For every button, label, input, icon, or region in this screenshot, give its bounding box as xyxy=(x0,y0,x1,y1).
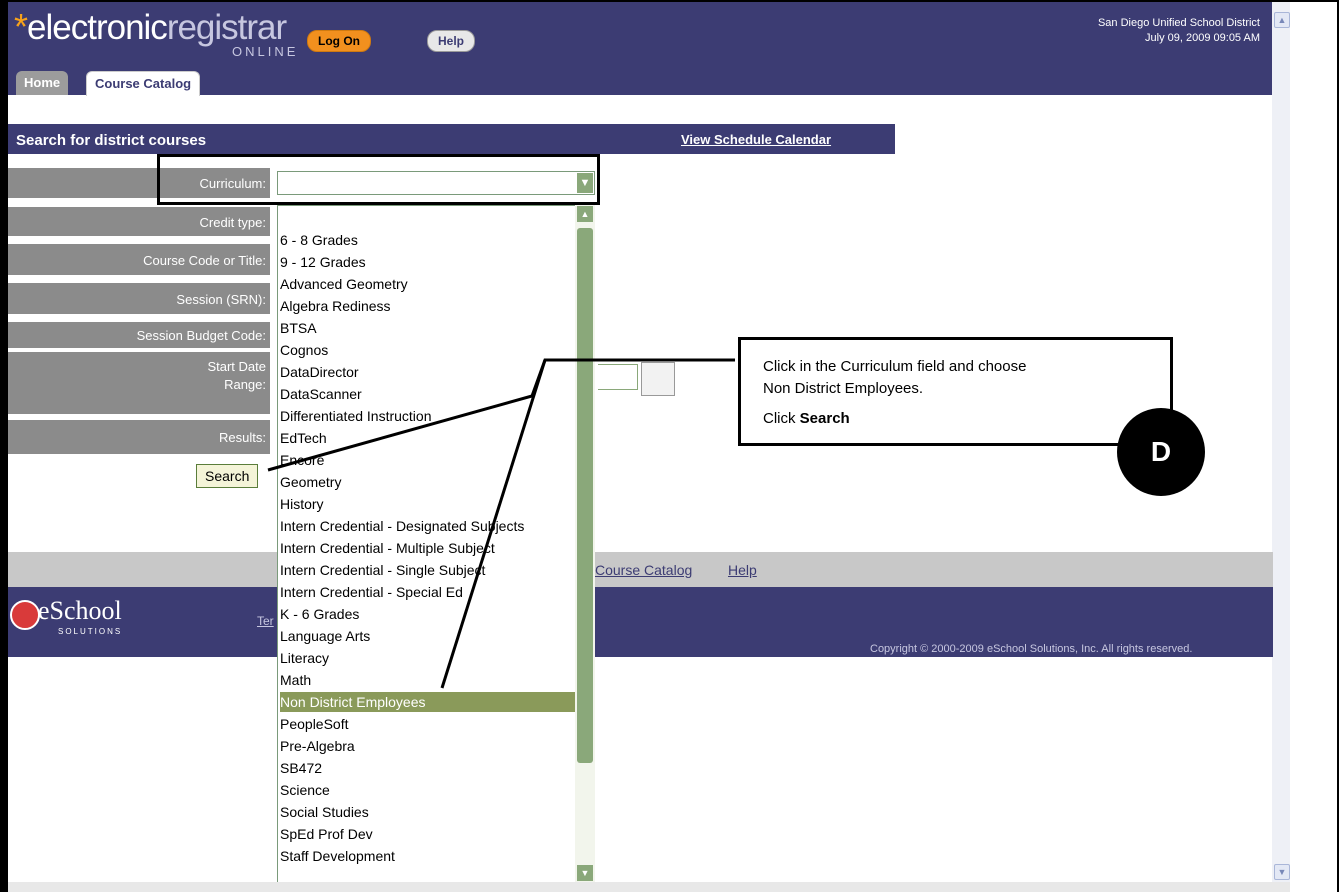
callout-line-3: Click Search xyxy=(763,410,850,427)
callout-pointer-to-search xyxy=(267,358,735,472)
callout-line-1: Click in the Curriculum field and choose xyxy=(763,358,1027,375)
callout-line-3-bold: Search xyxy=(799,410,850,427)
status-bar xyxy=(8,882,1290,892)
callout-line-3-prefix: Click xyxy=(763,410,800,427)
step-badge: D xyxy=(1117,408,1205,496)
callout-line-2: Non District Employees. xyxy=(763,380,924,397)
instruction-callout: Click in the Curriculum field and choose… xyxy=(738,337,1173,446)
callout-pointer-to-option xyxy=(440,359,547,689)
